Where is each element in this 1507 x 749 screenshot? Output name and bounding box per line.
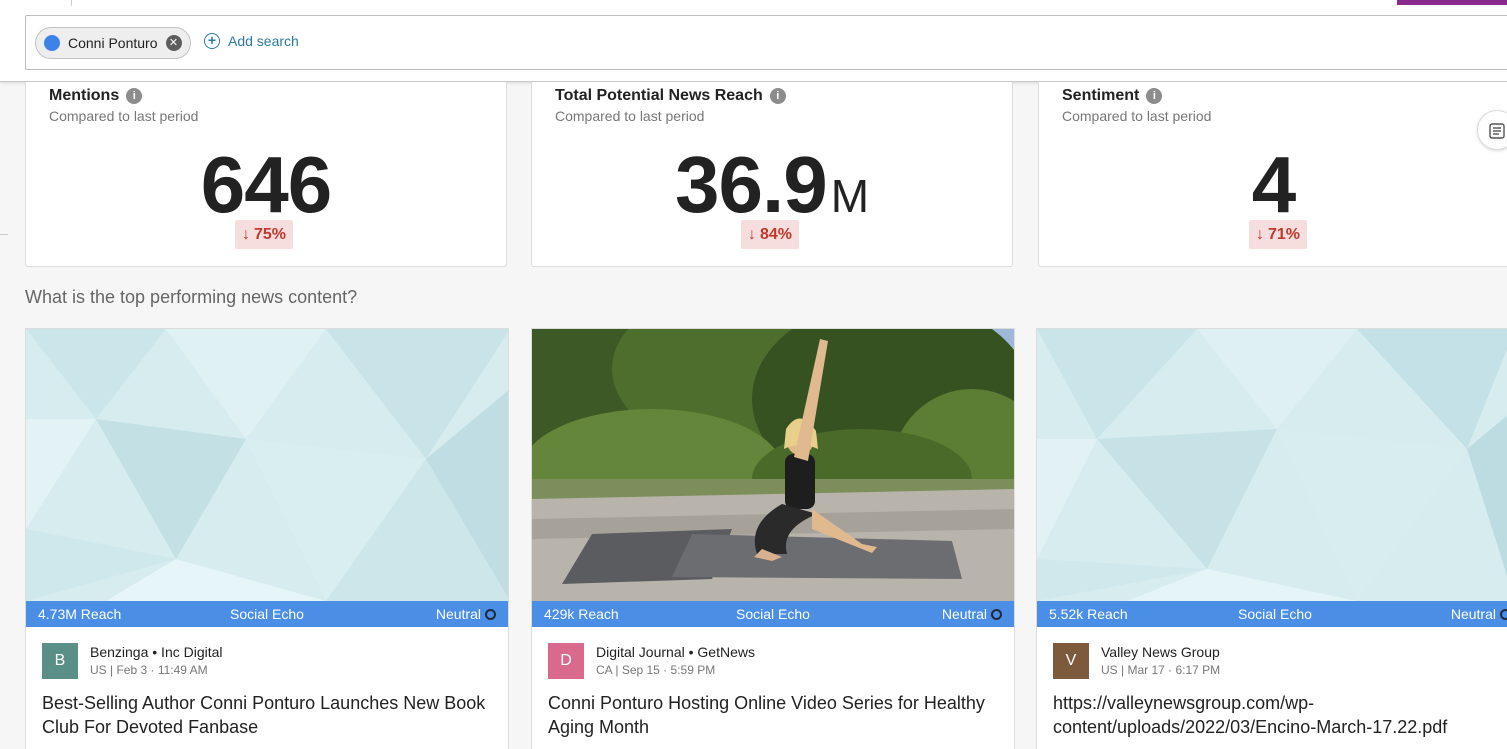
metric-title: Mentions i [49,87,143,105]
news-country: US [1101,663,1118,677]
arrow-down-icon: ↓ [1256,226,1264,243]
metric-value: 646 [26,140,506,230]
metric-value-number: 646 [200,140,332,229]
news-sentiment-label: Neutral [435,606,481,622]
source-avatar: B [42,643,78,679]
metric-title: Sentiment i [1062,87,1163,105]
metric-delta-text: 84% [760,226,793,243]
news-source: Benzinga • Inc Digital [90,644,223,660]
news-card[interactable]: 4.73M Reach Social Echo Neutral B Benzin… [25,328,509,749]
document-list-icon [1489,123,1505,139]
news-date: Sep 15 · 5:59 PM [621,663,716,677]
search-bar[interactable]: Conni Ponturo ✕ + Add search [25,15,1507,70]
news-country: US [90,663,107,677]
metric-delta-text: 75% [254,226,287,243]
metric-subtitle: Compared to last period [1062,108,1212,124]
news-source: Valley News Group [1101,644,1220,660]
metric-value: 4 [1030,140,1507,230]
news-image-placeholder [26,329,508,601]
news-headline[interactable]: Best-Selling Author Conni Ponturo Launch… [42,691,502,739]
source-avatar: V [1053,643,1089,679]
news-meta: US | Feb 3 · 11:49 AM [90,663,208,677]
neutral-ring-icon [991,608,1002,620]
add-search-button[interactable]: + Add search [204,33,299,49]
arrow-down-icon: ↓ [242,226,250,243]
news-date: Mar 17 · 6:17 PM [1127,663,1221,677]
news-image-placeholder [1037,329,1507,601]
news-sentiment: Neutral [1451,606,1507,622]
metric-value-number: 36.9 [674,140,828,229]
metric-delta-badge: ↓ 71% [1249,220,1308,249]
news-headline[interactable]: Conni Ponturo Hosting Online Video Serie… [548,691,1008,739]
news-source: Digital Journal • GetNews [596,644,755,660]
news-meta: CA | Sep 15 · 5:59 PM [596,663,716,677]
source-avatar: D [548,643,584,679]
news-sentiment: Neutral [436,606,496,622]
news-sentiment-label: Neutral [1450,606,1496,622]
news-card[interactable]: 429k Reach Social Echo Neutral D Digital… [531,328,1015,749]
neutral-ring-icon [485,608,496,620]
divider [71,0,72,6]
news-stats-bar: 429k Reach Social Echo Neutral [532,601,1014,627]
remove-search-icon[interactable]: ✕ [165,35,182,51]
metric-value-number: 4 [1251,140,1296,229]
add-search-label: Add search [228,33,299,49]
news-sentiment: Neutral [942,606,1002,622]
arrow-down-icon: ↓ [748,226,756,243]
news-stats-bar: 4.73M Reach Social Echo Neutral [26,601,508,627]
search-chip[interactable]: Conni Ponturo ✕ [35,27,191,59]
metric-title-text: Total Potential News Reach [555,87,763,104]
news-country: CA [596,663,613,677]
metric-title-text: Sentiment [1062,87,1140,104]
search-color-dot-icon [44,35,60,51]
metric-title-text: Mentions [49,87,120,104]
search-chip-label: Conni Ponturo [68,35,158,51]
metric-card-sentiment: Sentiment i Compared to last period 4 ↓ 7… [1038,82,1507,267]
metric-delta-text: 71% [1268,226,1301,243]
info-icon[interactable]: i [126,88,143,104]
news-date: Feb 3 · 11:49 AM [116,663,208,677]
news-photo [532,329,1014,601]
metric-title: Total Potential News Reach i [555,87,786,105]
metric-card-reach: Total Potential News Reach i Compared to… [531,82,1013,267]
news-card[interactable]: 5.52k Reach Social Echo Neutral V Valley… [1036,328,1507,749]
neutral-ring-icon [1500,608,1507,620]
info-icon[interactable]: i [769,88,786,104]
metric-value-unit: M [830,170,870,222]
search-header: Conni Ponturo ✕ + Add search [0,0,1507,82]
metric-subtitle: Compared to last period [49,108,199,124]
divider [0,234,8,235]
news-stats-bar: 5.52k Reach Social Echo Neutral [1037,601,1507,627]
metric-delta-badge: ↓ 84% [741,220,800,249]
news-meta: US | Mar 17 · 6:17 PM [1101,663,1221,677]
brand-accent-bar [1397,0,1507,5]
plus-circle-icon: + [204,33,220,49]
news-headline[interactable]: https://valleynewsgroup.com/wp-content/u… [1053,691,1473,739]
info-icon[interactable]: i [1146,88,1163,104]
metric-card-mentions: Mentions i Compared to last period 646 ↓… [25,82,507,267]
news-sentiment-label: Neutral [941,606,987,622]
news-social-echo: Social Echo [1238,606,1312,622]
metric-subtitle: Compared to last period [555,108,705,124]
metric-delta-badge: ↓ 75% [235,220,294,249]
section-title: What is the top performing news content? [25,287,358,307]
